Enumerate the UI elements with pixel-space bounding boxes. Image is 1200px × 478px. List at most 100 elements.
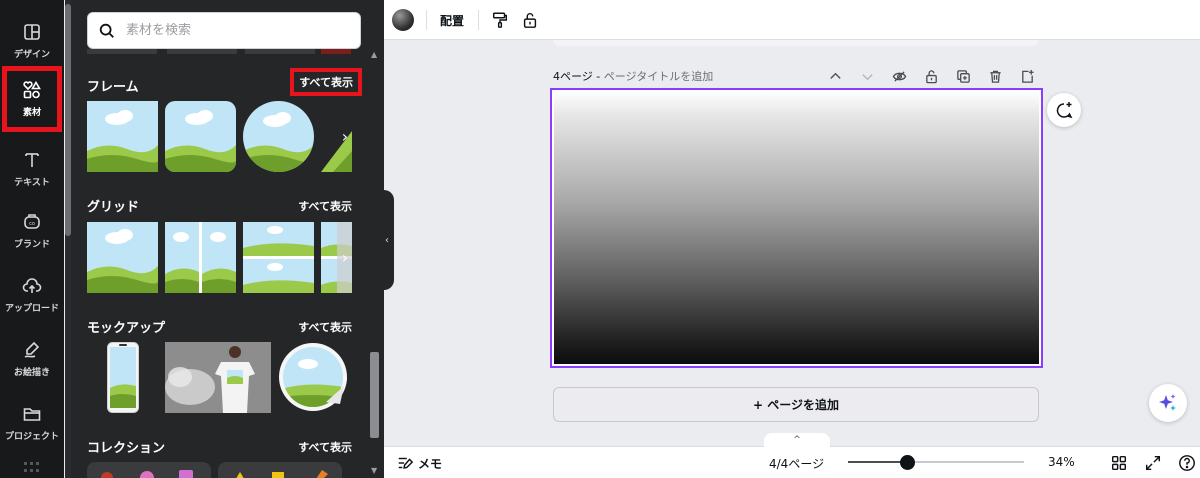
rail-item-label: デザイン xyxy=(13,50,50,60)
rail-item-label: プロジェクト xyxy=(4,432,59,442)
lock-button[interactable] xyxy=(518,8,542,32)
page-view-toggle[interactable]: ^ xyxy=(764,433,830,447)
left-rail: デザイン 素材 テキスト co ブランド アップロード お絵描き プロジェクト xyxy=(0,0,64,478)
help-icon xyxy=(1179,455,1195,471)
color-swatch-button[interactable] xyxy=(392,9,414,31)
see-all-grids-button[interactable]: すべて表示 xyxy=(298,198,352,214)
design-page-canvas[interactable] xyxy=(550,88,1043,368)
text-icon xyxy=(25,153,39,167)
page-header: 4ページ - ページタイトルを追加 xyxy=(553,66,1039,86)
arrange-button[interactable]: 配置 xyxy=(440,12,464,29)
search-input[interactable] xyxy=(126,23,346,38)
grid-two-column-thumbnail[interactable] xyxy=(165,222,236,293)
mockup-phone-thumbnail[interactable] xyxy=(107,342,139,413)
toolbar-divider xyxy=(478,10,479,30)
hide-page-button[interactable] xyxy=(889,66,909,86)
search-bar[interactable] xyxy=(87,12,361,49)
gradient-background[interactable] xyxy=(554,92,1039,364)
copy-style-button[interactable] xyxy=(488,8,512,32)
rail-item-elements[interactable]: 素材 xyxy=(0,64,64,134)
svg-text:co: co xyxy=(29,221,35,227)
folder-icon xyxy=(23,408,41,421)
add-page-after-button[interactable] xyxy=(1017,66,1037,86)
duplicate-page-button[interactable] xyxy=(953,66,973,86)
collapse-panel-button[interactable]: ‹ xyxy=(380,190,394,290)
draw-icon xyxy=(24,341,40,358)
apps-grid-icon[interactable] xyxy=(24,462,40,472)
page-title-separator: - xyxy=(592,70,604,83)
grid-view-button[interactable] xyxy=(1108,452,1130,474)
scroll-down-icon[interactable]: ▼ xyxy=(371,466,377,475)
section-title-grids: グリッド xyxy=(87,200,140,215)
expand-icon xyxy=(1145,455,1161,471)
search-icon xyxy=(99,23,114,38)
help-button[interactable] xyxy=(1176,452,1198,474)
unlock-icon xyxy=(925,69,937,83)
eye-off-icon xyxy=(892,70,906,82)
see-all-frames-button[interactable]: すべて表示 xyxy=(290,68,362,96)
frame-circle-thumbnail[interactable] xyxy=(243,101,314,172)
zoom-slider-fill xyxy=(848,461,908,463)
elements-panel: フレーム すべて表示 › グリッド すべて表示 › モックアップ すべて表示 ›… xyxy=(71,0,368,478)
rail-item-label: お絵描き xyxy=(13,368,50,378)
chevron-down-icon xyxy=(861,73,873,80)
frame-rounded-thumbnail[interactable] xyxy=(165,101,236,172)
page-indicator[interactable]: 4/4ページ xyxy=(769,455,824,472)
add-comment-button[interactable] xyxy=(1047,93,1081,127)
rail-item-draw[interactable]: お絵描き xyxy=(0,328,64,390)
notes-icon xyxy=(398,457,414,469)
move-page-up-button[interactable] xyxy=(825,66,845,86)
chevron-right-icon[interactable]: › xyxy=(336,127,354,146)
magic-assistant-button[interactable] xyxy=(1149,384,1187,422)
chevron-up-icon: ^ xyxy=(793,435,801,445)
lock-page-button[interactable] xyxy=(921,66,941,86)
sparkle-icon xyxy=(1159,394,1176,411)
previous-page-peek xyxy=(553,40,1039,46)
grid-two-row-thumbnail[interactable] xyxy=(243,222,314,293)
duplicate-icon xyxy=(956,69,970,83)
collection-thumbnail[interactable] xyxy=(218,462,342,478)
peek-thumbnail xyxy=(245,49,315,54)
page-number-label: 4ページ xyxy=(553,70,593,83)
collection-thumbnail[interactable] xyxy=(87,462,211,478)
frame-square-thumbnail[interactable] xyxy=(87,101,158,172)
grid-single-thumbnail[interactable] xyxy=(87,222,158,293)
brand-icon: co xyxy=(24,214,40,229)
page-title[interactable]: 4ページ - ページタイトルを追加 xyxy=(553,68,713,84)
zoom-percentage[interactable]: 34% xyxy=(1048,455,1075,469)
chevron-left-icon: ‹ xyxy=(385,234,389,246)
layout-icon xyxy=(24,24,40,40)
mockup-tshirt-thumbnail[interactable] xyxy=(165,342,271,413)
unlock-icon xyxy=(523,13,537,28)
comment-plus-icon xyxy=(1056,102,1073,119)
chevron-right-icon[interactable]: › xyxy=(336,248,354,267)
peek-thumbnail xyxy=(87,49,157,54)
delete-page-button[interactable] xyxy=(985,66,1005,86)
peek-thumbnail xyxy=(167,49,237,54)
see-all-mockups-button[interactable]: すべて表示 xyxy=(298,319,352,335)
rail-item-brand[interactable]: co ブランド xyxy=(0,200,64,262)
annotation-highlight-box xyxy=(2,66,62,132)
rail-item-design[interactable]: デザイン xyxy=(0,10,64,72)
fullscreen-button[interactable] xyxy=(1142,452,1164,474)
upload-icon xyxy=(22,278,42,293)
section-title-collections: コレクション xyxy=(87,441,166,456)
rail-item-label: テキスト xyxy=(14,178,50,188)
rail-item-label: ブランド xyxy=(13,240,50,250)
see-all-collections-button[interactable]: すべて表示 xyxy=(298,439,352,455)
notes-label: メモ xyxy=(418,456,443,471)
rail-item-label: アップロード xyxy=(4,304,59,314)
editor-toolbar: 配置 xyxy=(384,0,1200,40)
chevron-right-icon[interactable]: › xyxy=(336,369,354,388)
page-title-placeholder: ページタイトルを追加 xyxy=(603,70,714,83)
rail-item-projects[interactable]: プロジェクト xyxy=(0,392,64,454)
panel-scrollbar-thumb[interactable] xyxy=(370,352,379,438)
scroll-up-icon[interactable]: ▲ xyxy=(371,50,377,59)
grid-view-icon xyxy=(1111,455,1127,471)
move-page-down-button[interactable] xyxy=(857,66,877,86)
rail-item-upload[interactable]: アップロード xyxy=(0,264,64,326)
notes-button[interactable]: メモ xyxy=(396,454,442,472)
add-page-button[interactable]: + ページを追加 xyxy=(553,387,1039,422)
rail-item-text[interactable]: テキスト xyxy=(0,138,64,200)
peek-thumbnail xyxy=(321,49,351,54)
